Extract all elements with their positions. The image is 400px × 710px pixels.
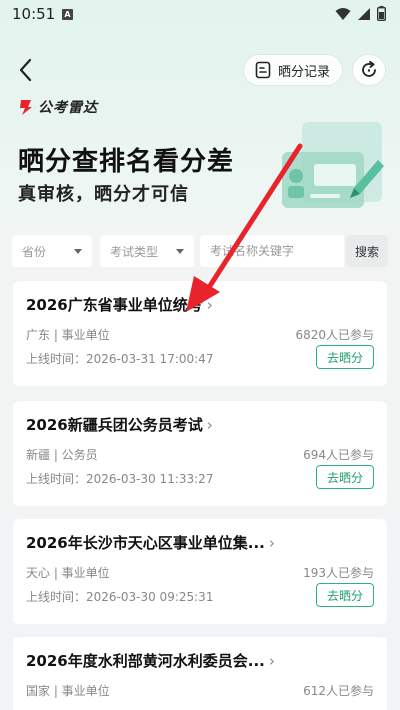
status-icons [335,6,386,21]
score-record-button[interactable]: 晒分记录 [243,54,343,86]
brand-name: 公考雷达 [38,100,98,116]
document-icon [255,61,271,79]
hero-illustration [282,122,384,208]
exam-meta: 天心 | 事业单位 [26,566,110,580]
status-bar: 10:51 A [0,0,400,30]
refresh-icon [362,60,376,77]
exam-title[interactable]: 2026年度水利部黄河水利委员会... › [26,650,275,671]
exam-online-time: 上线时间：2026-03-30 09:25:31 [26,590,214,604]
search-input[interactable] [200,235,344,267]
exam-card[interactable]: 2026年长沙市天心区事业单位集... › 天心 | 事业单位 193人已参与 上… [13,519,387,624]
filter-bar: 省份 考试类型 搜索 [12,235,388,267]
exam-card[interactable]: 2026广东省事业单位统考 › 广东 | 事业单位 6820人已参与 上线时间：2… [13,281,387,386]
exam-participants: 193人已参与 [303,566,374,580]
exam-meta: 国家 | 事业单位 [26,684,110,698]
cellular-signal-icon [358,7,370,20]
exam-participants: 6820人已参与 [295,328,374,342]
exam-meta: 广东 | 事业单位 [26,328,110,342]
score-record-label: 晒分记录 [278,64,331,80]
share-score-button[interactable]: 去晒分 [316,465,374,489]
exam-card[interactable]: 2026新疆兵团公务员考试 › 新疆 | 公务员 694人已参与 上线时间：202… [13,401,387,506]
hero-title: 晒分查排名看分差 [18,147,235,177]
exam-meta: 新疆 | 公务员 [26,448,98,462]
back-button[interactable] [14,56,40,84]
share-score-button[interactable]: 去晒分 [316,345,374,369]
exam-participants: 612人已参与 [303,684,374,698]
chevron-right-icon: › [268,652,275,670]
status-time: 10:51 [12,5,56,23]
exam-type-select[interactable]: 考试类型 [100,235,194,267]
hero-subtitle: 真审核，晒分才可信 [18,184,189,205]
province-select-label: 省份 [22,244,47,259]
exam-title[interactable]: 2026年长沙市天心区事业单位集... › [26,532,275,553]
exam-type-select-label: 考试类型 [110,244,159,259]
exam-card[interactable]: 2026年度水利部黄河水利委员会... › 国家 | 事业单位 612人已参与 [13,637,387,710]
exam-title[interactable]: 2026广东省事业单位统考 › [26,294,213,315]
share-score-button[interactable]: 去晒分 [316,583,374,607]
brand-logo-icon [20,100,32,115]
exam-participants: 694人已参与 [303,448,374,462]
chevron-right-icon: › [206,296,213,314]
caret-down-icon [74,249,82,254]
chevron-right-icon: › [268,534,275,552]
search-button[interactable]: 搜索 [346,235,388,267]
exam-online-time: 上线时间：2026-03-31 17:00:47 [26,352,214,366]
exam-online-time: 上线时间：2026-03-30 11:33:27 [26,472,214,486]
chevron-right-icon: › [206,416,213,434]
chevron-left-icon [19,58,32,82]
battery-icon [377,6,386,21]
exam-title[interactable]: 2026新疆兵团公务员考试 › [26,414,213,435]
brand: 公考雷达 [18,97,98,117]
province-select[interactable]: 省份 [12,235,92,267]
notification-icon: A [62,9,73,20]
caret-down-icon [176,249,184,254]
wifi-icon [335,7,351,20]
refresh-button[interactable] [352,54,386,86]
